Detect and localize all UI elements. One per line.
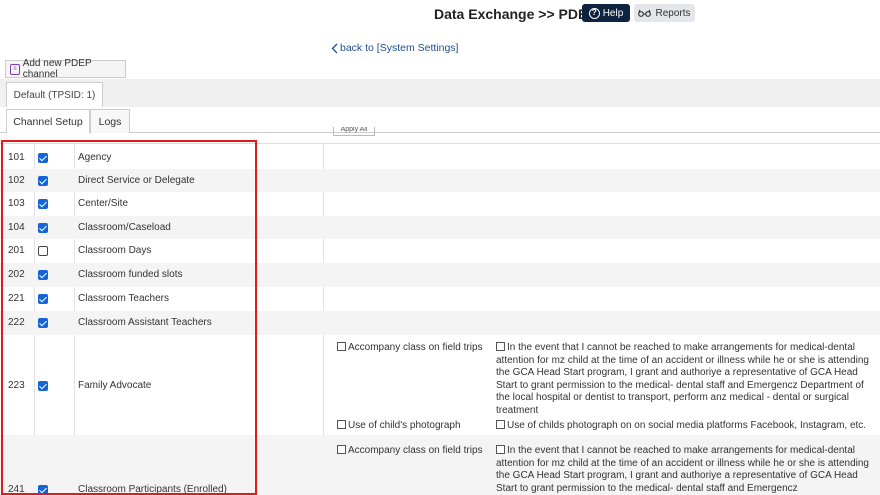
tab-logs[interactable]: Logs xyxy=(90,109,130,133)
row-label: Direct Service or Delegate xyxy=(78,175,195,186)
row-checkbox[interactable] xyxy=(38,381,48,391)
table-row: 102 Direct Service or Delegate xyxy=(0,169,880,192)
row-code: 102 xyxy=(8,175,25,186)
permission-item[interactable]: In the event that I cannot be reached to… xyxy=(496,445,876,495)
row-checkbox[interactable] xyxy=(38,270,48,280)
permission-item[interactable]: Use of child's photograph xyxy=(337,420,489,433)
permission-checkbox[interactable] xyxy=(337,420,346,429)
permission-checkbox[interactable] xyxy=(496,420,505,429)
top-bar: Data Exchange >> PDEP ? Help Reports xyxy=(0,0,880,30)
page-title: Data Exchange >> PDEP xyxy=(434,6,597,22)
help-button[interactable]: ? Help xyxy=(582,4,630,22)
permission-label: In the event that I cannot be reached to… xyxy=(496,445,869,494)
row-label: Classroom Teachers xyxy=(78,293,169,304)
question-icon: ? xyxy=(588,7,600,19)
row-checkbox[interactable] xyxy=(38,294,48,304)
permission-item[interactable]: Accompany class on field trips xyxy=(337,445,489,458)
add-channel-button[interactable]: ≡ Add new PDEP channel xyxy=(5,58,126,80)
row-label: Center/Site xyxy=(78,198,129,209)
row-label: Classroom Days xyxy=(78,245,152,256)
permission-item[interactable]: Use of childs photograph on on social me… xyxy=(496,420,880,433)
row-checkbox[interactable] xyxy=(38,246,48,256)
row-checkbox[interactable] xyxy=(38,485,48,495)
table-row: 222 Classroom Assistant Teachers xyxy=(0,311,880,335)
permission-label: Use of childs photograph on on social me… xyxy=(507,420,867,431)
help-label: Help xyxy=(602,7,624,19)
document-icon: ≡ xyxy=(10,63,20,75)
row-code: 241 xyxy=(8,484,25,495)
row-label: Classroom Participants (Enrolled) xyxy=(78,484,227,495)
row-checkbox[interactable] xyxy=(38,153,48,163)
row-checkbox[interactable] xyxy=(38,176,48,186)
row-code: 222 xyxy=(8,317,25,328)
row-code: 202 xyxy=(8,269,25,280)
permission-label: Use of child's photograph xyxy=(348,420,461,431)
permission-checkbox[interactable] xyxy=(496,445,505,454)
permission-label: Accompany class on field trips xyxy=(348,445,483,456)
table-row: 201 Classroom Days xyxy=(0,239,880,263)
tab-default-channel[interactable]: Default (TPSID: 1) xyxy=(6,82,103,107)
glasses-icon xyxy=(638,9,652,17)
chevron-left-icon xyxy=(331,43,338,53)
permission-item[interactable]: Accompany class on field trips xyxy=(337,342,489,355)
table-row: 202 Classroom funded slots xyxy=(0,263,880,287)
table-row: 101 Agency xyxy=(0,146,880,169)
back-to-settings-link[interactable]: back to [System Settings] xyxy=(331,42,458,54)
row-code: 221 xyxy=(8,293,25,304)
row-code: 104 xyxy=(8,222,25,233)
table-row: 221 Classroom Teachers xyxy=(0,287,880,311)
permission-label: In the event that I cannot be reached to… xyxy=(496,342,869,416)
table-row: 103 Center/Site xyxy=(0,192,880,216)
permission-label: Accompany class on field trips xyxy=(348,342,483,353)
permission-item[interactable]: In the event that I cannot be reached to… xyxy=(496,342,876,417)
row-label: Classroom/Caseload xyxy=(78,222,171,233)
add-channel-label: Add new PDEP channel xyxy=(22,58,92,80)
apply-all-button[interactable]: Apply All xyxy=(333,127,375,136)
row-label: Agency xyxy=(78,152,112,163)
row-label: Classroom Assistant Teachers xyxy=(78,317,212,328)
row-checkbox[interactable] xyxy=(38,223,48,233)
row-code: 223 xyxy=(8,380,25,391)
row-checkbox[interactable] xyxy=(38,318,48,328)
row-checkbox[interactable] xyxy=(38,199,48,209)
table-row: 104 Classroom/Caseload xyxy=(0,216,880,239)
row-label: Classroom funded slots xyxy=(78,269,183,280)
tab-channel-setup[interactable]: Channel Setup xyxy=(6,109,90,134)
reports-label: Reports xyxy=(655,7,691,19)
permission-checkbox[interactable] xyxy=(337,445,346,454)
permission-checkbox[interactable] xyxy=(337,342,346,351)
row-code: 201 xyxy=(8,245,25,256)
section-tabs: Channel Setup Logs xyxy=(0,107,880,134)
reports-button[interactable]: Reports xyxy=(634,4,695,22)
channel-grid: 101 Agency 102 Direct Service or Delegat… xyxy=(0,143,880,495)
back-link-label: back to [System Settings] xyxy=(340,42,459,54)
channel-tabs-bar xyxy=(0,79,880,107)
row-code: 101 xyxy=(8,152,25,163)
permission-checkbox[interactable] xyxy=(496,342,505,351)
row-code: 103 xyxy=(8,198,25,209)
row-label: Family Advocate xyxy=(78,380,152,391)
